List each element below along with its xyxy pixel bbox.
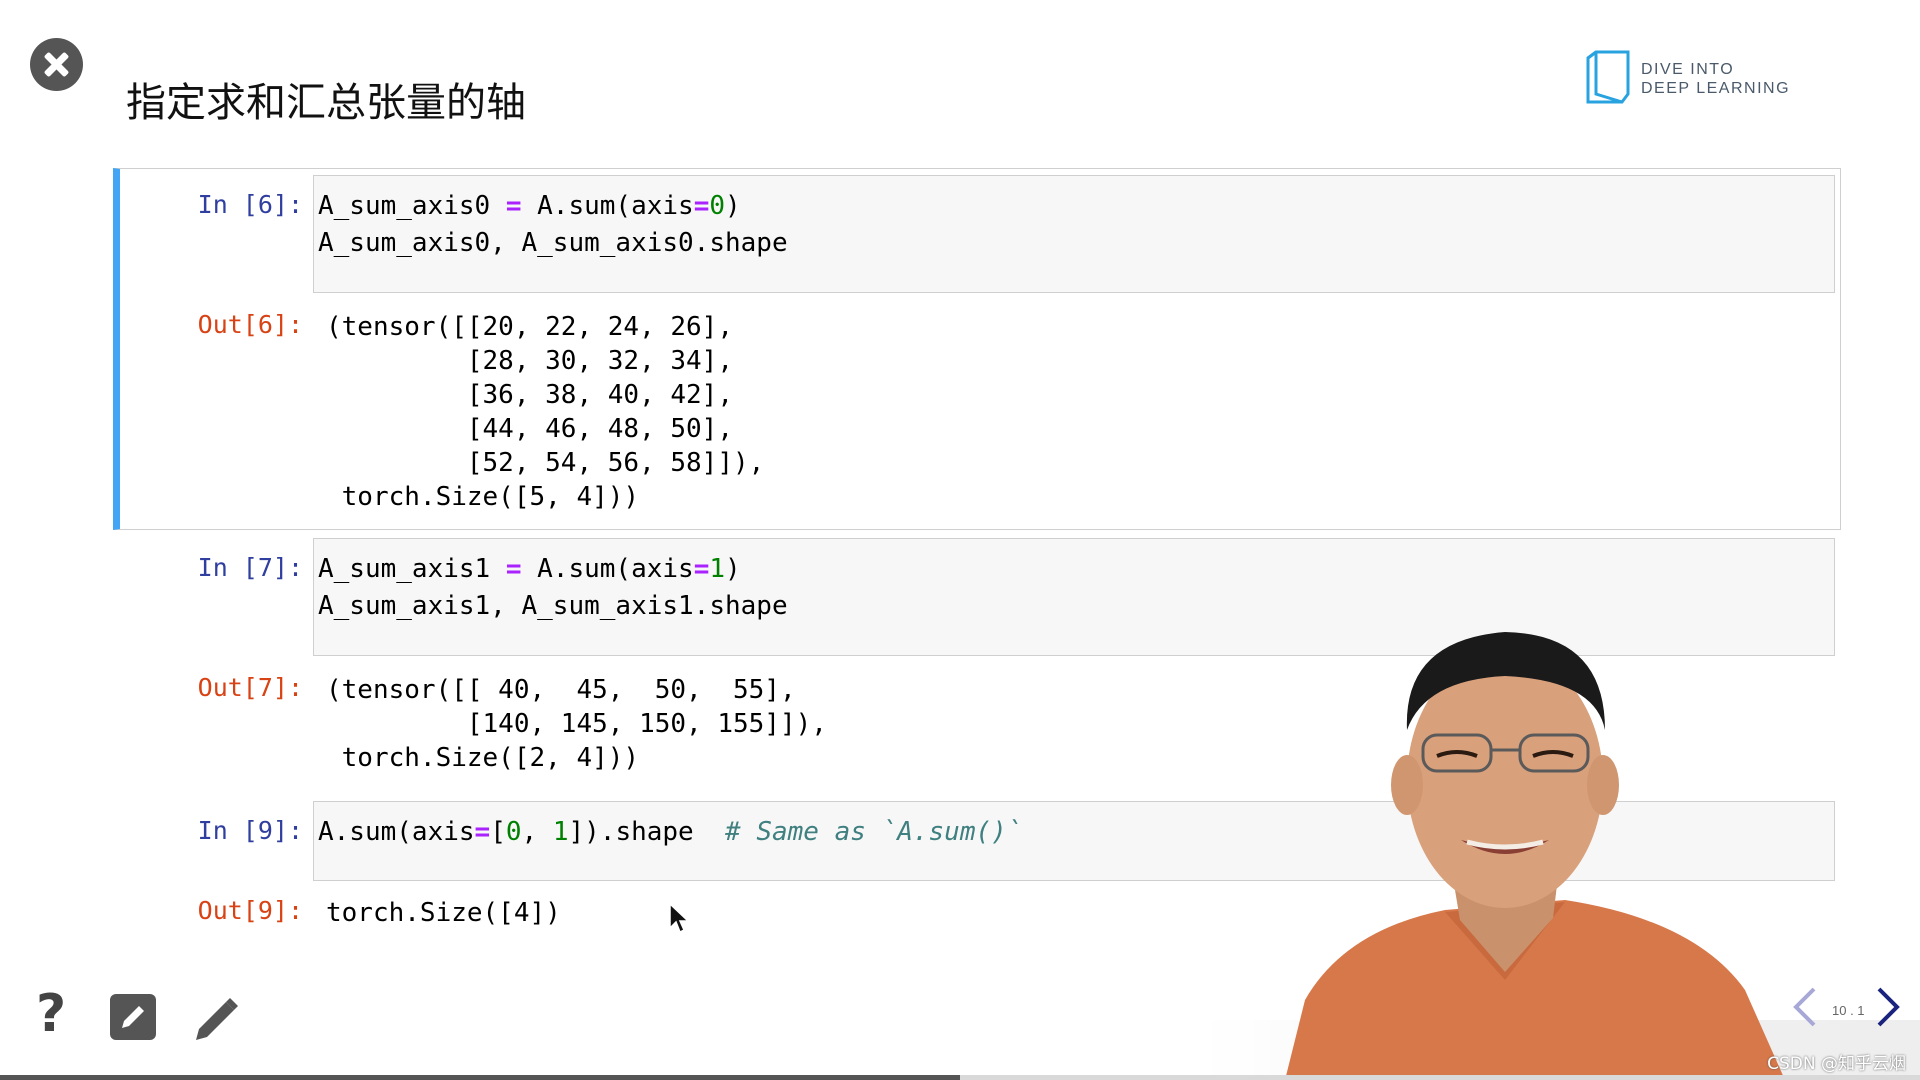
code-token: )	[725, 191, 741, 221]
out-prompt: Out[7]:	[197, 673, 303, 702]
out-prompt: Out[9]:	[197, 896, 303, 925]
cell-output: (tensor([[ 40, 45, 50, 55], [140, 145, 1…	[326, 675, 827, 773]
code-number: 1	[552, 817, 569, 847]
code-token: A.sum(axis	[521, 191, 694, 221]
code-input[interactable]: A_sum_axis1 = A.sum(axis=1) A_sum_axis1,…	[318, 551, 788, 625]
note-pencil-glyph	[122, 1006, 144, 1028]
brand-wordmark: DIVE INTO DEEP LEARNING	[1641, 60, 1790, 98]
code-token: )	[725, 554, 741, 584]
help-icon[interactable]: ?	[36, 988, 76, 1040]
watermark: CSDN @知乎云烟	[1767, 1054, 1906, 1074]
page-number: 10 . 1	[1832, 1003, 1865, 1018]
cell-output: torch.Size([4])	[326, 898, 561, 928]
close-icon[interactable]	[30, 38, 83, 91]
brand-logo-icon	[1586, 50, 1630, 104]
code-number: 0	[505, 817, 522, 847]
code-token: A_sum_axis1	[318, 554, 506, 584]
code-line: A_sum_axis1, A_sum_axis1.shape	[318, 591, 788, 621]
progress-bar[interactable]	[0, 1075, 1920, 1080]
note-icon[interactable]	[110, 994, 156, 1040]
code-operator: =	[505, 191, 522, 221]
code-comment: # Same as `A.sum()`	[725, 817, 1023, 847]
in-prompt: In [9]:	[197, 816, 303, 845]
brand-line-2: DEEP LEARNING	[1641, 80, 1791, 97]
code-token: ,	[521, 817, 553, 847]
code-operator: =	[474, 817, 491, 847]
progress-fill	[0, 1075, 960, 1080]
code-line: A_sum_axis0, A_sum_axis0.shape	[318, 228, 788, 258]
out-prompt: Out[6]:	[197, 310, 303, 339]
code-operator: =	[693, 554, 710, 584]
code-number: 0	[709, 191, 725, 221]
code-token: [	[490, 817, 506, 847]
slide-title: 指定求和汇总张量的轴	[126, 80, 526, 126]
code-number: 1	[709, 554, 725, 584]
code-operator: =	[505, 554, 522, 584]
code-token: A_sum_axis0	[318, 191, 506, 221]
code-input[interactable]: A_sum_axis0 = A.sum(axis=0) A_sum_axis0,…	[318, 188, 788, 262]
code-operator: =	[693, 191, 710, 221]
pencil-icon[interactable]	[190, 994, 242, 1046]
mouse-cursor-icon	[669, 902, 690, 934]
cell-output: (tensor([[20, 22, 24, 26], [28, 30, 32, …	[326, 312, 765, 512]
in-prompt: In [6]:	[197, 190, 303, 219]
code-token: A.sum(axis	[318, 817, 475, 847]
chevron-right-icon[interactable]	[1873, 985, 1903, 1029]
chevron-left-icon[interactable]	[1790, 985, 1820, 1029]
brand-line-1: DIVE INTO	[1641, 61, 1735, 78]
in-prompt: In [7]:	[197, 553, 303, 582]
code-input[interactable]: A.sum(axis=[0, 1]).shape # Same as `A.su…	[318, 814, 1022, 851]
code-token: A.sum(axis	[521, 554, 694, 584]
code-token: ]).shape	[568, 817, 726, 847]
